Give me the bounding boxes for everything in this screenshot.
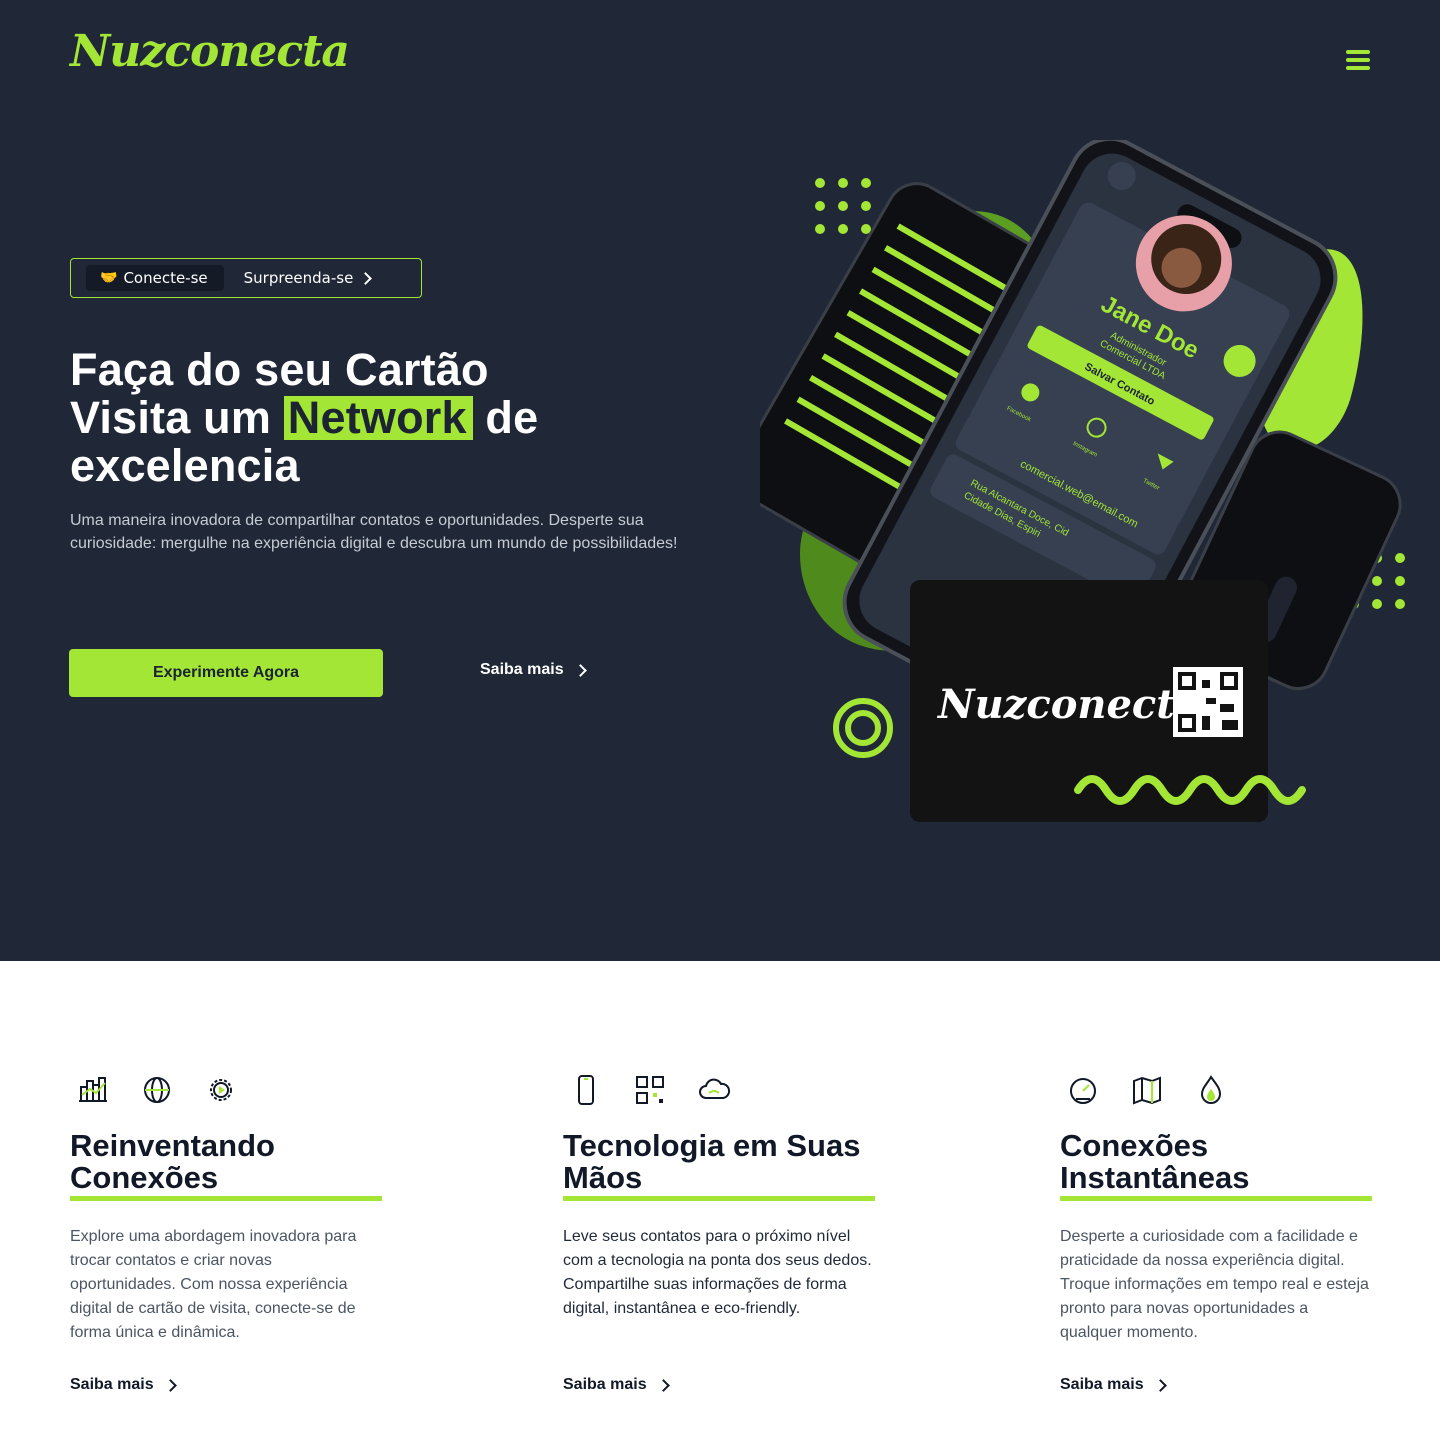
feature-saiba-mais-link[interactable]: Saiba mais (70, 1376, 177, 1394)
feature-card-1: Reinventando Conexões Explore uma aborda… (70, 1070, 390, 1393)
announcement-pill[interactable]: 🤝 Conecte-se Surpreenda-se (70, 258, 422, 298)
smartphone-icon (578, 1075, 594, 1105)
saiba-mais-link[interactable]: Saiba mais (480, 661, 587, 679)
feature-saiba-mais-link[interactable]: Saiba mais (563, 1376, 670, 1394)
headline-line2-pre: Visita um (70, 392, 272, 443)
chevron-right-icon (656, 1378, 670, 1392)
headline-highlight: Network (283, 395, 473, 440)
pill-link[interactable]: Surpreenda-se (243, 269, 373, 287)
map-icon (1133, 1076, 1161, 1105)
chart-bars-icon (79, 1077, 107, 1102)
physical-card: Nuzconecta (910, 580, 1306, 822)
feature-link-label: Saiba mais (70, 1376, 154, 1393)
experimente-agora-button[interactable]: Experimente Agora (69, 649, 383, 697)
feature-title: Tecnologia em Suas Mãos (563, 1130, 875, 1201)
chevron-right-icon (573, 663, 587, 677)
physical-card-logo: Nuzconecta (936, 681, 1201, 728)
headline-line1: Faça do seu Cartão (70, 344, 489, 395)
dot-grid-top (815, 178, 871, 234)
qr-code-icon (636, 1076, 664, 1104)
feature-link-label: Saiba mais (1060, 1376, 1144, 1393)
feature-link-label: Saiba mais (563, 1376, 647, 1393)
hero-section: Nuzconecta 🤝 Conecte-se Surpreenda-se Fa… (0, 0, 1440, 961)
feature-card-2: Tecnologia em Suas Mãos Leve seus contat… (563, 1070, 883, 1393)
qr-code-icon (1173, 667, 1243, 737)
chevron-right-icon (163, 1378, 177, 1392)
hamburger-menu-icon[interactable] (1346, 50, 1370, 72)
feature-description: Desperte a curiosidade com a facilidade … (1060, 1228, 1369, 1341)
globe-icon (144, 1077, 170, 1103)
pill-tag: 🤝 Conecte-se (86, 265, 224, 291)
chevron-right-icon (359, 271, 373, 285)
hero-headline: Faça do seu Cartão Visita um Network de … (70, 346, 690, 490)
headline-line3: excelencia (70, 440, 300, 491)
cloud-icon (699, 1078, 731, 1099)
pill-link-label: Surpreenda-se (243, 269, 354, 287)
handshake-icon: 🤝 (100, 270, 118, 286)
feature-description: Explore uma abordagem inovadora para tro… (70, 1228, 357, 1341)
feature-description: Leve seus contatos para o próximo nível … (563, 1228, 872, 1317)
feature-card-3: Conexões Instantâneas Desperte a curiosi… (1060, 1070, 1380, 1393)
phone-card-illustration: Jane Doe Administrador Comercial LTDA Sa… (760, 140, 1405, 822)
saiba-mais-label: Saiba mais (480, 661, 564, 678)
hero-description: Uma maneira inovadora de compartilhar co… (70, 512, 678, 552)
pill-tag-label: Conecte-se (123, 269, 208, 287)
speedometer-icon (1070, 1078, 1096, 1104)
feature-saiba-mais-link[interactable]: Saiba mais (1060, 1376, 1167, 1394)
chevron-right-icon (1153, 1378, 1167, 1392)
gear-play-icon (210, 1079, 232, 1101)
brand-logo[interactable]: Nuzconecta (70, 26, 350, 77)
flame-icon (1200, 1075, 1222, 1104)
headline-line2-post: de (485, 392, 539, 443)
feature-title: Conexões Instantâneas (1060, 1130, 1372, 1201)
feature-title: Reinventando Conexões (70, 1130, 382, 1201)
